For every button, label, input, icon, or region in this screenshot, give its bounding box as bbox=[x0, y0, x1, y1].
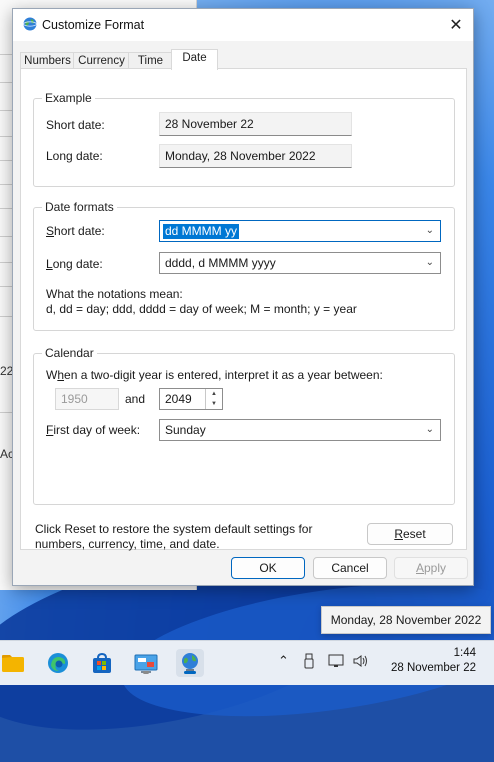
active-indicator bbox=[184, 671, 196, 674]
date-tooltip: Monday, 28 November 2022 bbox=[321, 606, 491, 634]
divider bbox=[0, 160, 12, 161]
folder-icon bbox=[2, 655, 24, 672]
year-from-value: 1950 bbox=[61, 392, 88, 406]
control-panel-button[interactable] bbox=[132, 649, 160, 677]
network-icon[interactable] bbox=[328, 653, 346, 672]
cancel-button[interactable]: Cancel bbox=[313, 557, 387, 579]
apply-button: Apply bbox=[394, 557, 468, 579]
usb-icon[interactable] bbox=[302, 653, 316, 672]
long-date-combobox[interactable]: dddd, d MMMM yyyy ⌄ bbox=[159, 252, 441, 274]
date-formats-group: Date formats Short date: dd MMMM yy ⌄ Lo… bbox=[33, 200, 455, 331]
clock-time: 1:44 bbox=[453, 647, 476, 659]
region-settings-button[interactable] bbox=[176, 649, 204, 677]
customize-format-dialog: Customize Format ✕ Numbers Currency Time… bbox=[12, 8, 474, 586]
year-to-value: 2049 bbox=[165, 392, 192, 406]
reset-button[interactable]: Reset bbox=[367, 523, 453, 545]
example-short-value: 28 November 22 bbox=[159, 112, 352, 136]
example-short-label: Short date: bbox=[46, 118, 105, 132]
group-label: Calendar bbox=[42, 346, 97, 360]
divider bbox=[0, 262, 12, 263]
short-date-combobox[interactable]: dd MMMM yy ⌄ bbox=[159, 220, 441, 242]
tab-date[interactable]: Date bbox=[171, 49, 218, 70]
and-label: and bbox=[125, 392, 146, 406]
chevron-down-icon[interactable]: ⌄ bbox=[426, 424, 434, 435]
reset-description: Click Reset to restore the system defaul… bbox=[35, 522, 313, 551]
example-long-value: Monday, 28 November 2022 bbox=[159, 144, 352, 168]
divider bbox=[0, 316, 12, 317]
chevron-up-icon[interactable]: ⌃ bbox=[278, 653, 289, 669]
volume-icon[interactable] bbox=[352, 653, 370, 672]
running-indicator bbox=[143, 671, 149, 674]
dialog-title: Customize Format bbox=[42, 18, 145, 32]
year-from-field: 1950 bbox=[55, 388, 119, 410]
group-label: Date formats bbox=[42, 200, 117, 214]
first-day-label: First day of week: bbox=[46, 423, 141, 437]
close-icon: ✕ bbox=[449, 17, 463, 34]
two-digit-year-label: When a two-digit year is entered, interp… bbox=[46, 368, 383, 382]
short-date-label: Short date: bbox=[46, 224, 105, 238]
close-button[interactable]: ✕ bbox=[439, 9, 473, 41]
microsoft-store-button[interactable] bbox=[88, 649, 116, 677]
divider bbox=[0, 236, 12, 237]
short-date-value: dd MMMM yy bbox=[163, 224, 239, 239]
ok-button[interactable]: OK bbox=[231, 557, 305, 579]
divider bbox=[0, 412, 12, 413]
notation-text: d, dd = day; ddd, dddd = day of week; M … bbox=[46, 302, 357, 316]
divider bbox=[0, 136, 12, 137]
group-label: Example bbox=[42, 91, 95, 105]
divider bbox=[0, 208, 12, 209]
divider bbox=[0, 184, 12, 185]
chevron-down-icon[interactable]: ⌄ bbox=[426, 225, 434, 236]
first-day-combobox[interactable]: Sunday ⌄ bbox=[159, 419, 441, 441]
spinner-buttons: ▲ ▼ bbox=[205, 389, 222, 409]
divider bbox=[0, 82, 12, 83]
edge-icon bbox=[48, 653, 68, 673]
tab-panel-date: Example Short date: 28 November 22 Long … bbox=[20, 68, 467, 551]
edge-browser-button[interactable] bbox=[44, 649, 72, 677]
calendar-group: Calendar When a two-digit year is entere… bbox=[33, 346, 455, 505]
clock-date: 28 November 22 bbox=[390, 662, 476, 674]
region-globe-icon bbox=[23, 17, 37, 31]
long-date-value: dddd, d MMMM yyyy bbox=[165, 256, 276, 270]
title-bar[interactable]: Customize Format ✕ bbox=[13, 9, 473, 41]
divider bbox=[0, 54, 12, 55]
clock[interactable]: 1:44 28 November 22 bbox=[391, 646, 476, 676]
spin-up-icon[interactable]: ▲ bbox=[206, 389, 222, 399]
file-explorer-button[interactable] bbox=[0, 649, 28, 677]
divider bbox=[0, 110, 12, 111]
notation-title: What the notations mean: bbox=[46, 287, 183, 301]
divider bbox=[0, 286, 12, 287]
store-icon bbox=[93, 652, 111, 673]
example-group: Example Short date: 28 November 22 Long … bbox=[33, 91, 455, 187]
example-long-label: Long date: bbox=[46, 149, 103, 163]
spin-down-icon[interactable]: ▼ bbox=[206, 399, 222, 409]
long-date-label: Long date: bbox=[46, 257, 103, 271]
taskbar: ⌃ 1:44 28 November 22 bbox=[0, 640, 494, 685]
first-day-value: Sunday bbox=[165, 423, 206, 437]
year-to-spinner[interactable]: 2049 ▲ ▼ bbox=[159, 388, 223, 410]
chevron-down-icon[interactable]: ⌄ bbox=[426, 257, 434, 268]
